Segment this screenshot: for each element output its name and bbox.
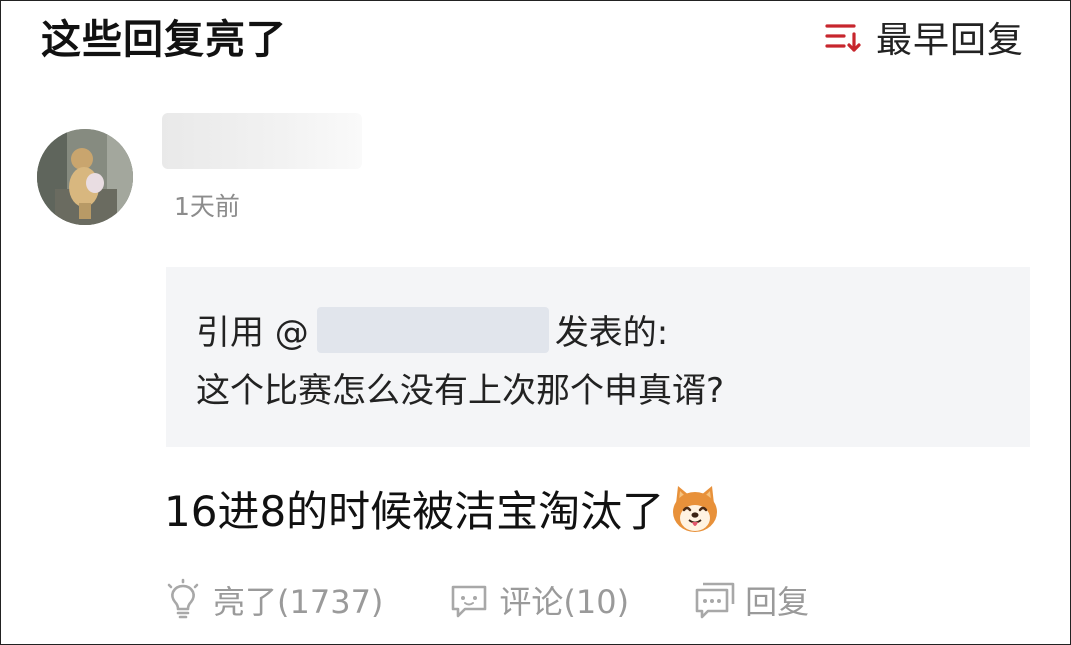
reply-label: 回复: [745, 583, 810, 621]
shiba-dog-emoji: [673, 485, 718, 532]
action-bar: 亮了(1737) 评论(10) 回复: [161, 577, 873, 623]
comment-bubble-icon: [452, 585, 487, 618]
like-label: 亮了(1737): [213, 583, 384, 621]
avatar-image: [37, 129, 133, 225]
sort-label: 最早回复: [875, 20, 1024, 61]
quote-text: 这个比赛怎么没有上次那个申真谞?: [196, 371, 725, 411]
reply-text: 16进8的时候被洁宝淘汰了: [164, 487, 665, 536]
quoted-comment[interactable]: 引用 @ 发表的: 这个比赛怎么没有上次那个申真谞?: [166, 267, 1030, 447]
avatar[interactable]: [37, 129, 133, 225]
like-button[interactable]: 亮了(1737): [161, 577, 383, 623]
comment-label: 评论(10): [499, 583, 630, 621]
username-redacted[interactable]: [162, 113, 362, 169]
quote-prefix: 引用 @: [196, 313, 309, 353]
sort-descending-icon: [825, 24, 861, 52]
timestamp: 1天前: [174, 192, 240, 221]
quote-header: 引用 @ 发表的:: [196, 305, 668, 354]
reply-body: 16进8的时候被洁宝淘汰了: [164, 478, 722, 539]
quote-suffix: 发表的:: [554, 313, 669, 353]
comment-button[interactable]: 评论(10): [447, 577, 629, 623]
lightbulb-icon: [167, 578, 199, 619]
quoted-user-redacted[interactable]: [316, 306, 549, 353]
reply-button[interactable]: 回复: [693, 577, 809, 623]
section-title: 这些回复亮了: [41, 17, 287, 63]
reply-card: 这些回复亮了 最早回复 1天前 引用 @ 发表的: 这个比赛怎么没有上次那个申真…: [0, 0, 1071, 645]
reply-bubble-icon: [695, 582, 735, 619]
sort-button[interactable]: 最早回复: [824, 11, 1024, 63]
